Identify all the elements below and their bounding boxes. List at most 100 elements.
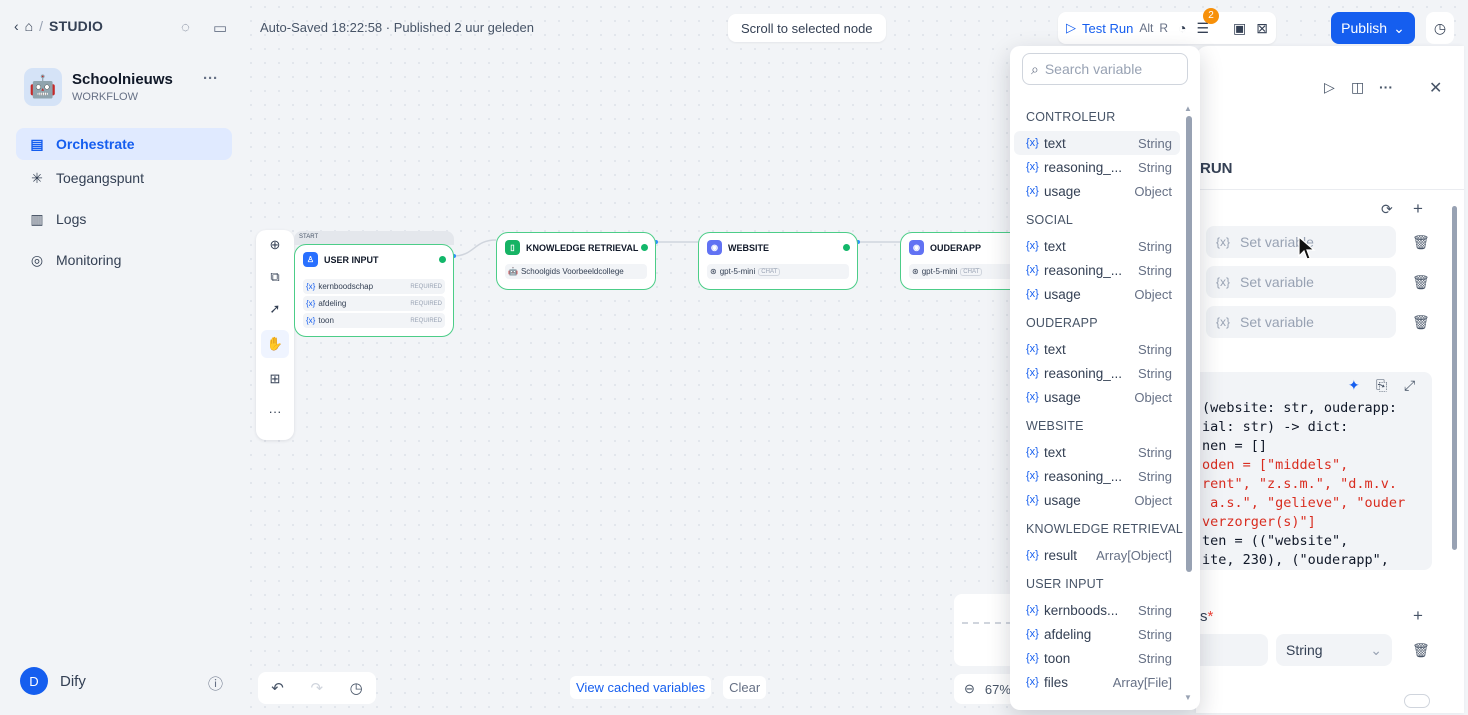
code-line: oden = ["middels", (1202, 457, 1349, 473)
variable-icon: {x} (1026, 240, 1039, 252)
variable-icon: {x} (1026, 676, 1039, 688)
llm-icon: ◉ (707, 240, 722, 255)
trash-icon[interactable]: 🗑 (1412, 274, 1430, 291)
more-options-icon[interactable]: ··· (203, 70, 218, 87)
variable-item[interactable]: {x} reasoning_... String (1014, 155, 1180, 179)
node-title: WEBSITE (728, 242, 770, 253)
expand-icon[interactable]: ⤢ (1404, 377, 1415, 394)
code-line: verzorger(s)"] (1202, 514, 1316, 530)
variable-item[interactable]: {x} afdeling String (1014, 622, 1180, 646)
refresh-icon[interactable]: ⟳ (1381, 201, 1393, 218)
trash-icon[interactable]: 🗑 (1412, 314, 1430, 331)
trash-icon[interactable]: 🗑 (1412, 234, 1430, 251)
app-info[interactable]: 🤖 Schoolnieuws WORKFLOW (24, 68, 173, 106)
output-name-field[interactable] (1196, 634, 1268, 666)
dropdown-scrollbar-thumb[interactable] (1186, 116, 1192, 572)
variable-item[interactable]: {x} result Array[Object] (1014, 543, 1180, 567)
view-cached-variables-button[interactable]: View cached variables (570, 676, 712, 699)
variable-item[interactable]: {x} text String (1014, 131, 1180, 155)
trash-icon[interactable]: 🗑 (1412, 642, 1430, 659)
set-variable-field[interactable]: {x} Set variable (1206, 266, 1396, 298)
variable-item[interactable]: {x} reasoning_... String (1014, 361, 1180, 385)
variable-item[interactable]: {x} usage Object (1014, 282, 1180, 306)
dataset-row: 🤖 Schoolgids Voorbeeldcollege (505, 264, 647, 279)
variable-item[interactable]: {x} reasoning_... String (1014, 258, 1180, 282)
avatar: D (20, 667, 48, 695)
variable-item[interactable]: {x} files Array[File] (1014, 670, 1180, 694)
split-view-icon[interactable]: ◫ (1351, 79, 1364, 96)
nav-logs[interactable]: ▥ Logs (16, 203, 232, 235)
help-icon[interactable]: ⓘ (208, 673, 223, 694)
output-type-select[interactable]: String ⌄ (1276, 634, 1392, 666)
variable-type: String (1138, 262, 1172, 278)
undo-icon[interactable]: ↶ (271, 679, 284, 697)
variable-name: usage (1044, 492, 1081, 508)
start-label: START (294, 231, 454, 245)
model-icon: ⊛ (912, 267, 919, 276)
close-icon[interactable]: ✕ (1429, 78, 1442, 98)
toggle-switch[interactable] (1404, 694, 1430, 708)
variable-item[interactable]: {x} toon String (1014, 646, 1180, 670)
zoom-out-icon[interactable]: ⊖ (964, 681, 975, 697)
studio-label[interactable]: STUDIO (49, 18, 103, 34)
back-chevron-icon[interactable]: ‹ (14, 18, 19, 34)
variable-item[interactable]: {x} text String (1014, 234, 1180, 258)
search-placeholder: Search variable (1044, 61, 1143, 77)
toggle-sidebar-icon[interactable]: ▭ (213, 19, 227, 37)
user-input-node[interactable]: ♙ USER INPUT {x} kernboodschap REQUIRED {x}… (294, 244, 454, 337)
node-title: OUDERAPP (930, 242, 982, 253)
monitoring-icon: ◎ (30, 251, 44, 268)
variable-group-header: WEBSITE (1026, 419, 1084, 433)
variable-icon: {x} (1026, 367, 1039, 379)
book-icon: ▯ (505, 240, 520, 255)
variable-item[interactable]: {x} text String (1014, 337, 1180, 361)
variable-item[interactable]: {x} usage Object (1014, 385, 1180, 409)
panel-scrollbar[interactable] (1452, 206, 1457, 550)
variable-type: String (1138, 135, 1172, 151)
set-variable-field[interactable]: {x} Set variable (1206, 306, 1396, 338)
code-line: a.s.", "gelieve", "ouder (1202, 495, 1406, 511)
code-editor[interactable]: (website: str, ouderapp: ial: str) -> di… (1196, 372, 1432, 570)
variable-item[interactable]: {x} text String (1014, 440, 1180, 464)
history-icon[interactable]: ◷ (350, 679, 363, 697)
nav-orchestrate[interactable]: ▤ Orchestrate (16, 128, 232, 160)
variable-item[interactable]: {x} usage Object (1014, 179, 1180, 203)
scroll-down-arrow-icon: ▼ (1184, 693, 1192, 702)
divider (1196, 189, 1464, 190)
website-node[interactable]: ◉ WEBSITE ⊛ gpt-5-mini CHAT (698, 232, 858, 290)
variable-type: Object (1134, 183, 1172, 199)
redo-icon[interactable]: ↷ (310, 679, 323, 697)
variable-type: String (1138, 238, 1172, 254)
variable-icon: {x} (1026, 446, 1039, 458)
code-line: ial: str) -> dict: (1202, 419, 1349, 435)
node-title: KNOWLEDGE RETRIEVAL (526, 242, 639, 253)
variable-type: String (1138, 341, 1172, 357)
add-output-icon[interactable]: + (1413, 606, 1423, 626)
left-sidebar: ‹ ⌂ / STUDIO ◌ ▭ 🤖 Schoolnieuws WORKFLOW… (0, 0, 244, 715)
more-icon[interactable]: ··· (1379, 79, 1393, 95)
run-tab[interactable]: RUN (1200, 160, 1233, 177)
app-name: Schoolnieuws (72, 71, 173, 88)
copy-icon[interactable]: ⎘ (1376, 377, 1387, 394)
variable-type: Object (1134, 389, 1172, 405)
home-icon[interactable]: ⌂ (25, 18, 33, 34)
variable-icon: {x} (1026, 161, 1039, 173)
logs-icon: ▥ (30, 210, 44, 227)
user-account[interactable]: D Dify (20, 667, 86, 695)
variable-group-header: KNOWLEDGE RETRIEVAL (1026, 522, 1184, 536)
run-node-icon[interactable]: ▷ (1324, 79, 1335, 96)
nav-monitoring[interactable]: ◎ Monitoring (16, 244, 232, 276)
variable-item[interactable]: {x} kernboods... String (1014, 598, 1180, 622)
nav-toegangspunt[interactable]: ✳ Toegangspunt (16, 162, 232, 194)
search-variable-input[interactable]: ⌕ Search variable (1022, 53, 1188, 85)
variable-type: Object (1134, 286, 1172, 302)
add-icon[interactable]: + (1413, 199, 1423, 219)
variable-icon: {x} (1026, 494, 1039, 506)
variable-item[interactable]: {x} reasoning_... String (1014, 464, 1180, 488)
variable-item[interactable]: {x} usage Object (1014, 488, 1180, 512)
variable-name: reasoning_... (1044, 159, 1123, 175)
clear-button[interactable]: Clear (723, 676, 767, 699)
ai-generate-icon[interactable]: ✦ (1348, 377, 1360, 394)
support-icon[interactable]: ◌ (181, 19, 190, 36)
knowledge-retrieval-node[interactable]: ▯ KNOWLEDGE RETRIEVAL 🤖 Schoolgids Voorbee… (496, 232, 656, 290)
